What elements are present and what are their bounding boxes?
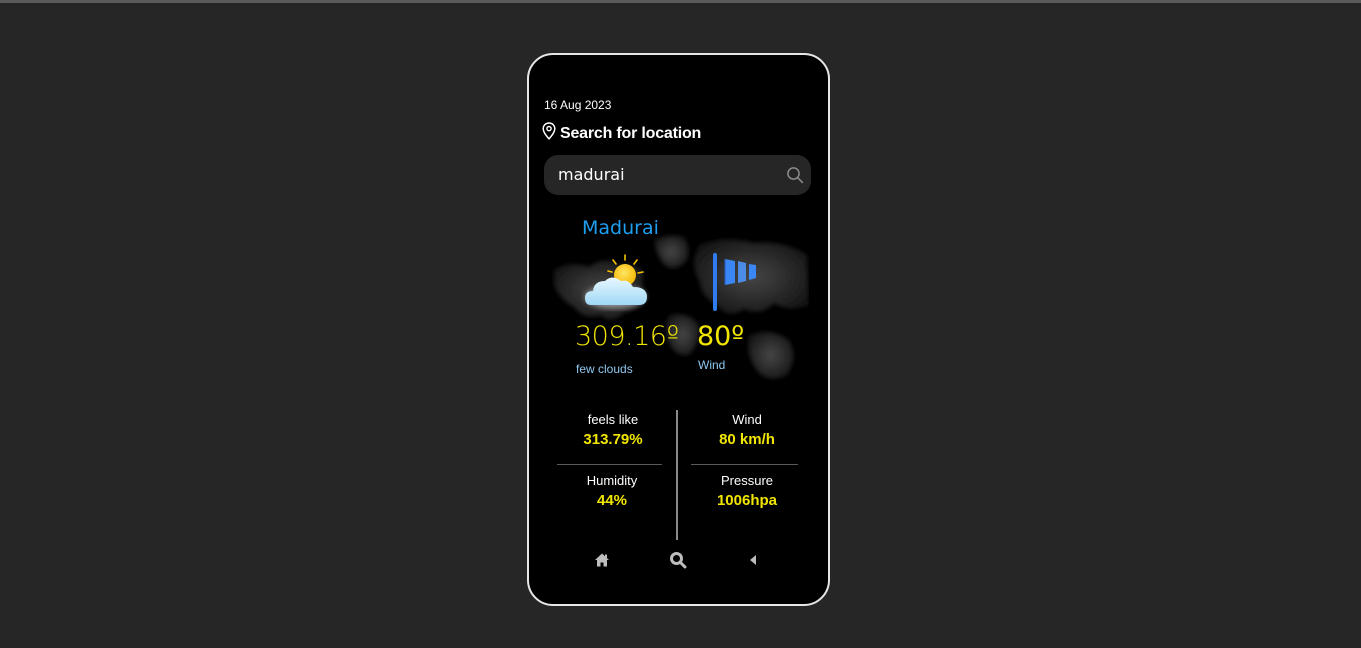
wind-caption: Wind (698, 358, 726, 372)
stat-value: 313.79% (583, 431, 643, 448)
stat-value: 1006hpa (716, 492, 778, 509)
search-icon (670, 552, 687, 569)
stat-pressure: Pressure 1006hpa (694, 473, 800, 509)
stat-humidity: Humidity 44% (559, 473, 665, 509)
location-title: Search for location (560, 124, 702, 142)
current-date: 16 Aug 2023 (544, 98, 612, 112)
nav-back-button[interactable] (742, 549, 764, 571)
window-top-border (0, 0, 1361, 3)
back-arrow-icon (750, 555, 756, 565)
stat-value: 44% (596, 492, 628, 509)
search-icon[interactable] (786, 166, 804, 184)
stat-wind: Wind 80 km/h (694, 412, 800, 448)
search-bar (544, 155, 811, 195)
weather-condition: few clouds (576, 362, 633, 376)
stat-label: Humidity (586, 473, 638, 488)
city-name: Madurai (582, 217, 659, 239)
map-pin-icon (542, 122, 556, 145)
nav-search-button[interactable] (667, 549, 689, 571)
stats-horizontal-divider (691, 464, 798, 465)
stat-label: Wind (732, 412, 762, 427)
location-header: Search for location (542, 122, 701, 145)
temperature-value: 309.16º (575, 321, 679, 352)
home-icon (595, 553, 609, 567)
stat-label: feels like (587, 412, 639, 427)
search-input[interactable] (558, 163, 768, 185)
windsock-icon (713, 253, 756, 311)
stat-value: 80 km/h (719, 431, 775, 448)
nav-home-button[interactable] (591, 549, 613, 571)
stat-feels-like: feels like 313.79% (560, 412, 666, 448)
sun-behind-cloud-icon (585, 254, 647, 309)
stats-vertical-divider (676, 410, 678, 540)
wind-value: 80º (697, 321, 745, 352)
stats-horizontal-divider (557, 464, 662, 465)
stat-label: Pressure (720, 473, 774, 488)
phone-frame: 16 Aug 2023 Search for location madurai … (527, 53, 830, 606)
